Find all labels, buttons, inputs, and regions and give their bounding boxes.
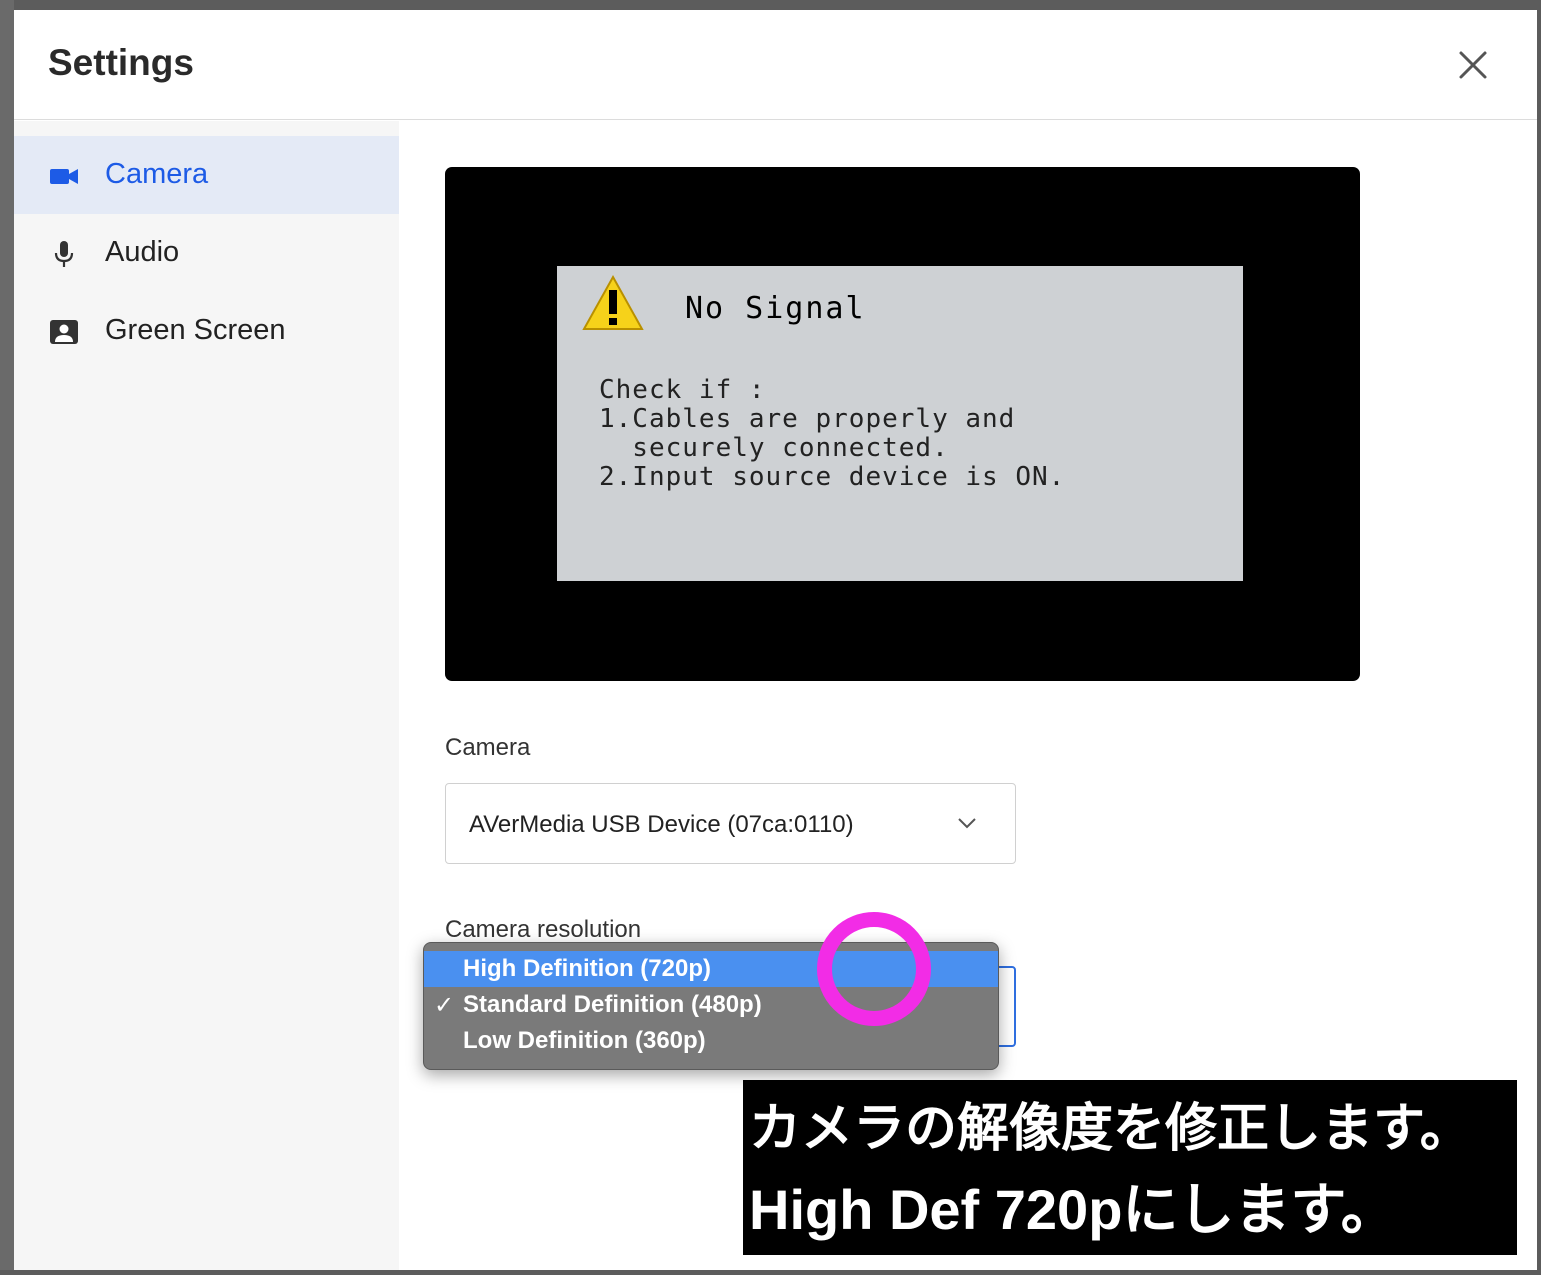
window-frame-bottom bbox=[0, 1270, 1541, 1275]
portrait-icon bbox=[50, 320, 78, 344]
option-label: High Definition (720p) bbox=[463, 955, 711, 982]
chevron-down-icon bbox=[958, 818, 976, 829]
window-frame-left bbox=[0, 0, 14, 1275]
warning-icon bbox=[582, 274, 644, 330]
camera-preview: No Signal Check if : 1.Cables are proper… bbox=[445, 167, 1360, 681]
window-frame-right bbox=[1537, 0, 1541, 1275]
tutorial-caption: カメラの解像度を修正します。 High Def 720pにします。 bbox=[743, 1080, 1517, 1255]
video-camera-icon bbox=[50, 169, 78, 184]
resolution-field-label: Camera resolution bbox=[445, 916, 642, 943]
window-frame-top bbox=[0, 0, 1541, 10]
no-signal-instructions: Check if : 1.Cables are properly and sec… bbox=[599, 375, 1066, 492]
camera-select-value: AVerMedia USB Device (07ca:0110) bbox=[469, 811, 854, 838]
option-label: Low Definition (360p) bbox=[463, 1027, 706, 1054]
annotation-circle bbox=[817, 912, 931, 1026]
caption-line-1: カメラの解像度を修正します。 bbox=[749, 1100, 1472, 1158]
option-label: Standard Definition (480p) bbox=[463, 991, 762, 1018]
microphone-icon bbox=[54, 241, 74, 267]
caption-line-2: High Def 720pにします。 bbox=[749, 1178, 1397, 1241]
close-icon bbox=[1459, 51, 1487, 79]
dialog-title: Settings bbox=[48, 42, 194, 83]
no-signal-title: No Signal bbox=[685, 291, 866, 326]
sidebar-item-green-screen[interactable]: Green Screen bbox=[14, 292, 399, 370]
close-button[interactable] bbox=[1450, 42, 1496, 88]
sidebar-item-label: Camera bbox=[105, 158, 209, 190]
checkmark-icon: ✓ bbox=[434, 992, 455, 1019]
dialog-header: Settings bbox=[14, 10, 1537, 120]
camera-field-label: Camera bbox=[445, 734, 531, 761]
sidebar-item-label: Audio bbox=[105, 236, 180, 268]
settings-sidebar: Camera Audio Green Screen bbox=[14, 121, 399, 1270]
sidebar-item-label: Green Screen bbox=[105, 314, 286, 346]
resolution-option-360p[interactable]: Low Definition (360p) bbox=[424, 1023, 998, 1059]
camera-select[interactable]: AVerMedia USB Device (07ca:0110) bbox=[445, 783, 1016, 864]
sidebar-item-audio[interactable]: Audio bbox=[14, 214, 399, 292]
no-signal-panel: No Signal Check if : 1.Cables are proper… bbox=[557, 266, 1243, 581]
sidebar-item-camera[interactable]: Camera bbox=[14, 136, 399, 214]
settings-dialog: Settings Camera Audio Green Screen No Si… bbox=[14, 10, 1537, 1270]
